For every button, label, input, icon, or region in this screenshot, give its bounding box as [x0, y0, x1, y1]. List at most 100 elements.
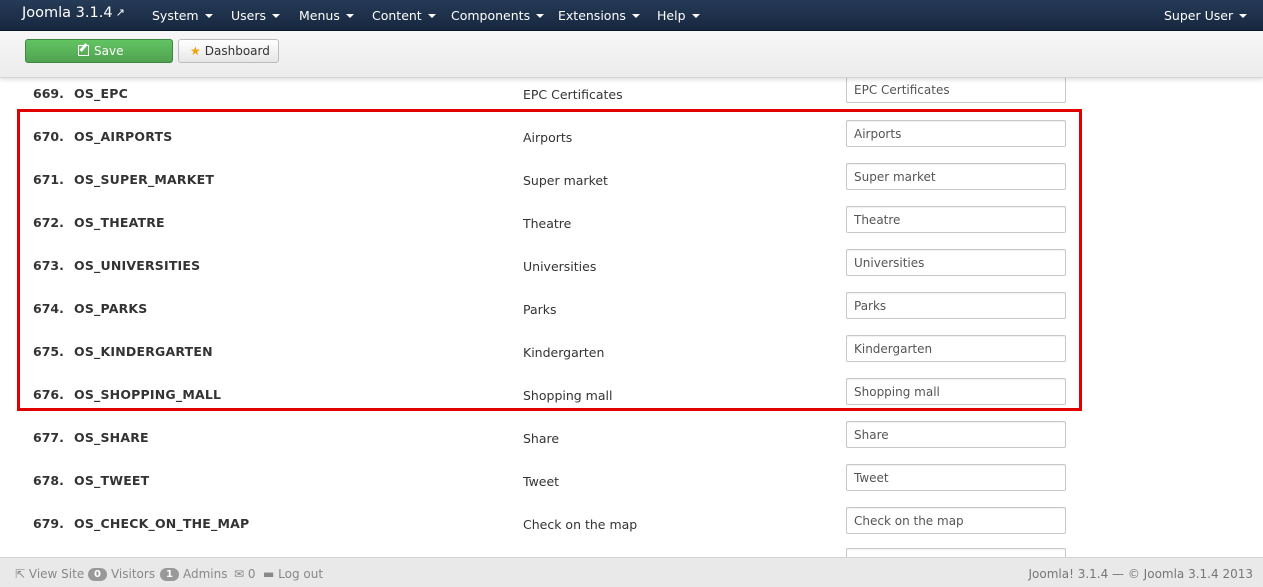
chevron-down-icon: [691, 14, 700, 18]
translation-input[interactable]: [846, 206, 1066, 233]
translation-input[interactable]: [846, 421, 1066, 448]
row-number: 671.: [33, 172, 64, 187]
logout-label: Log out: [278, 567, 324, 581]
table-row: 675. OS_KINDERGARTEN Kindergarten: [0, 335, 1263, 378]
row-number: 672.: [33, 215, 64, 230]
top-navbar: Joomla 3.1.4 ↗ System Users Menus Content…: [0, 0, 1263, 31]
dashboard-button-label: Dashboard: [204, 44, 270, 58]
original-text: Parks: [523, 302, 557, 317]
table-row: 676. OS_SHOPPING_MALL Shopping mall: [0, 378, 1263, 421]
brand-label: Joomla 3.1.4: [22, 5, 113, 21]
messages-count: 0: [247, 567, 256, 581]
menu-components-label: Components: [451, 8, 531, 23]
row-number: 679.: [33, 516, 64, 531]
edit-icon: [78, 45, 89, 56]
menu-system-label: System: [152, 8, 199, 23]
status-footer: ⇱ View Site 0 Visitors 1 Admins ✉ 0 ▬ Log …: [0, 557, 1263, 587]
translation-input[interactable]: [846, 249, 1066, 276]
language-key: OS_PARKS: [74, 301, 148, 316]
translation-input[interactable]: [846, 292, 1066, 319]
language-key: OS_UNIVERSITIES: [74, 258, 201, 273]
messages-status[interactable]: ✉ 0: [234, 567, 256, 581]
menu-help-label: Help: [657, 8, 686, 23]
menu-components[interactable]: Components: [451, 8, 545, 23]
save-button-label: Save: [94, 44, 124, 58]
translation-input[interactable]: [846, 378, 1066, 405]
admins-count-badge: 1: [160, 568, 179, 581]
view-site-link[interactable]: ⇱ View Site: [15, 567, 84, 581]
user-menu[interactable]: Super User: [1164, 8, 1248, 23]
original-text: Universities: [523, 259, 597, 274]
original-text: Theatre: [523, 216, 572, 231]
language-key: OS_THEATRE: [74, 215, 165, 230]
table-row: 674. OS_PARKS Parks: [0, 292, 1263, 335]
chevron-down-icon: [345, 14, 354, 18]
copyright-text: Joomla! 3.1.4 — © Joomla 3.1.4 2013: [1028, 567, 1253, 581]
menu-help[interactable]: Help: [657, 8, 700, 23]
visitors-count-badge: 0: [88, 568, 107, 581]
translation-input[interactable]: [846, 76, 1066, 103]
original-text: Check on the map: [523, 517, 638, 532]
menu-users[interactable]: Users: [231, 8, 281, 23]
external-link-icon: ⇱: [15, 567, 26, 581]
chevron-down-icon: [631, 14, 640, 18]
external-link-icon: ↗: [115, 6, 125, 19]
envelope-icon: ✉: [234, 567, 245, 581]
table-row: 677. OS_SHARE Share: [0, 421, 1263, 464]
translation-input[interactable]: [846, 163, 1066, 190]
original-text: Tweet: [523, 474, 560, 489]
save-button[interactable]: Save: [25, 39, 173, 63]
translation-input[interactable]: [846, 120, 1066, 147]
table-row: 673. OS_UNIVERSITIES Universities: [0, 249, 1263, 292]
original-text: Super market: [523, 173, 608, 188]
language-key: OS_SUPER_MARKET: [74, 172, 215, 187]
table-row: 669. OS_EPC EPC Certificates: [0, 76, 1263, 120]
chevron-down-icon: [536, 14, 545, 18]
translation-input[interactable]: [846, 464, 1066, 491]
logout-link[interactable]: ▬ Log out: [263, 567, 323, 581]
table-row: 671. OS_SUPER_MARKET Super market: [0, 163, 1263, 206]
menu-content-label: Content: [372, 8, 422, 23]
language-key: OS_TWEET: [74, 473, 150, 488]
star-icon: ★: [190, 44, 201, 58]
row-number: 676.: [33, 387, 64, 402]
admins-status: 1 Admins: [160, 567, 227, 581]
language-key: OS_EPC: [74, 86, 128, 101]
original-text: EPC Certificates: [523, 87, 623, 102]
toolbar: Save ★ Dashboard: [0, 31, 1263, 78]
chevron-down-icon: [204, 14, 213, 18]
table-row: 672. OS_THEATRE Theatre: [0, 206, 1263, 249]
language-key: OS_SHARE: [74, 430, 149, 445]
original-text: Shopping mall: [523, 388, 613, 403]
menu-menus-label: Menus: [299, 8, 340, 23]
menu-users-label: Users: [231, 8, 267, 23]
visitors-status: 0 Visitors: [88, 567, 155, 581]
row-number: 675.: [33, 344, 64, 359]
menu-menus[interactable]: Menus: [299, 8, 354, 23]
brand-link[interactable]: Joomla 3.1.4 ↗: [22, 5, 125, 21]
user-menu-label: Super User: [1164, 8, 1234, 23]
row-number: 677.: [33, 430, 64, 445]
menu-extensions[interactable]: Extensions: [558, 8, 640, 23]
chevron-down-icon: [1239, 14, 1248, 18]
original-text: Airports: [523, 130, 573, 145]
dashboard-button[interactable]: ★ Dashboard: [178, 39, 279, 63]
table-row: 678. OS_TWEET Tweet: [0, 464, 1263, 507]
table-row: 670. OS_AIRPORTS Airports: [0, 120, 1263, 163]
menu-content[interactable]: Content: [372, 8, 436, 23]
admins-label: Admins: [182, 567, 228, 581]
original-text: Share: [523, 431, 560, 446]
row-number: 669.: [33, 86, 64, 101]
menu-extensions-label: Extensions: [558, 8, 626, 23]
row-number: 674.: [33, 301, 64, 316]
row-number: 670.: [33, 129, 64, 144]
translation-input[interactable]: [846, 335, 1066, 362]
row-number: 678.: [33, 473, 64, 488]
view-site-label: View Site: [28, 567, 85, 581]
menu-system[interactable]: System: [152, 8, 213, 23]
original-text: Kindergarten: [523, 345, 605, 360]
translation-input[interactable]: [846, 507, 1066, 534]
language-key: OS_CHECK_ON_THE_MAP: [74, 516, 250, 531]
language-key: OS_SHOPPING_MALL: [74, 387, 222, 402]
chevron-down-icon: [272, 14, 281, 18]
